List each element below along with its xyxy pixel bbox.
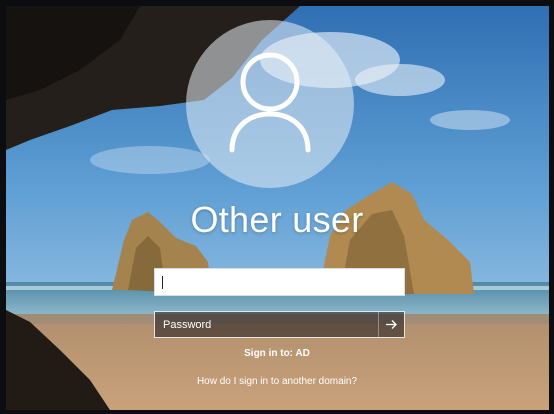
arrow-right-icon: [386, 320, 397, 329]
password-field[interactable]: [155, 312, 377, 337]
sign-in-domain-label: Sign in to: AD: [244, 348, 310, 359]
password-box: [154, 311, 405, 338]
submit-button[interactable]: [378, 312, 404, 337]
lock-screen: Other user Sign in to: AD How do I sign …: [0, 0, 554, 414]
user-name: Other user: [190, 199, 364, 240]
other-domain-help-link[interactable]: How do I sign in to another domain?: [0, 376, 554, 387]
user-silhouette-icon: [229, 52, 311, 153]
text-caret: [162, 276, 163, 289]
username-field[interactable]: [154, 268, 405, 296]
